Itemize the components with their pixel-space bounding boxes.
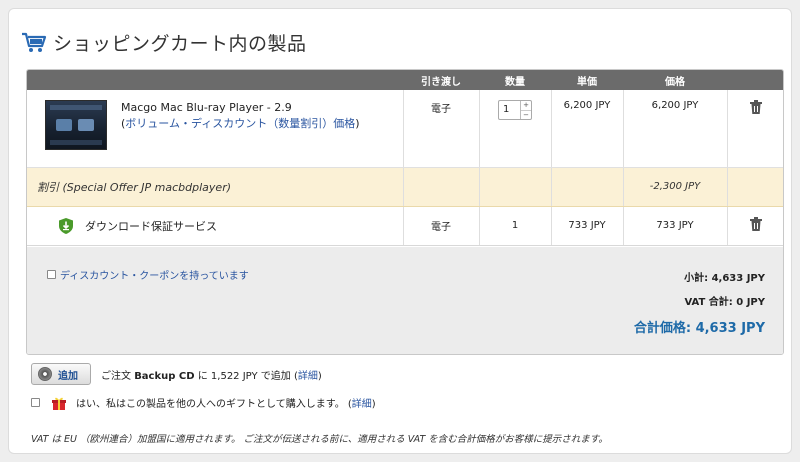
discount-label: 割引 (Special Offer JP macbdplayer) <box>37 180 232 194</box>
addon-row: 追加 ご注文 Backup CD に 1,522 JPY で追加 (詳細) <box>31 363 322 385</box>
shield-download-icon <box>59 217 73 234</box>
gift-row: はい、私はこの製品を他の人へのギフトとして購入します。 (詳細) <box>31 395 376 410</box>
trash-icon[interactable] <box>750 217 763 231</box>
vat-total: VAT 合計: 0 JPY <box>684 297 765 308</box>
vat-note: VAT は EU （欧州連合）加盟国に適用されます。 ご注文が伝送される前に、適… <box>31 434 608 445</box>
product-unit-price: 6,200 JPY <box>551 90 624 168</box>
quantity-value[interactable]: 1 <box>499 101 520 119</box>
cart-table-box: 引き渡し 数量 単価 価格 Macgo Mac Blu-ray Player -… <box>26 69 784 355</box>
product-delivery: 電子 <box>403 90 480 168</box>
gift-checkbox[interactable] <box>31 398 40 407</box>
discount-amount: -2,300 JPY <box>623 167 728 207</box>
service-quantity: 1 <box>479 206 552 246</box>
coupon-toggle[interactable]: ディスカウント・クーポンを持っています <box>47 267 249 282</box>
col-unit-price: 単価 <box>551 70 623 90</box>
table-row-service: ダウンロード保証サービス 電子 1 733 JPY 733 JPY <box>27 206 783 246</box>
service-price: 733 JPY <box>623 206 728 246</box>
product-cell: Macgo Mac Blu-ray Player - 2.9 (ボリューム・ディ… <box>27 100 403 150</box>
col-actions <box>727 70 783 90</box>
cart-icon <box>22 32 47 52</box>
gift-icon <box>52 397 66 410</box>
service-unit-price: 733 JPY <box>551 206 624 246</box>
add-backup-cd-button[interactable]: 追加 <box>31 363 91 385</box>
paren-close: ) <box>355 117 360 130</box>
coupon-checkbox[interactable] <box>47 270 56 279</box>
product-thumbnail <box>45 100 107 150</box>
table-row-discount: 割引 (Special Offer JP macbdplayer) -2,300… <box>27 167 783 207</box>
table-header-row: 引き渡し 数量 単価 価格 <box>27 70 783 90</box>
cart-summary: ディスカウント・クーポンを持っています 小計: 4,633 JPY VAT 合計… <box>27 247 783 354</box>
col-delivery: 引き渡し <box>403 70 479 90</box>
subtotal: 小計: 4,633 JPY <box>684 273 765 284</box>
volume-discount-link[interactable]: ボリューム・ディスカウント（数量割引）価格 <box>125 117 355 130</box>
trash-icon[interactable] <box>750 100 763 114</box>
service-delivery: 電子 <box>403 206 480 246</box>
addon-text: ご注文 Backup CD に 1,522 JPY で追加 (詳細) <box>101 370 322 382</box>
service-name: ダウンロード保証サービス <box>85 219 217 233</box>
gift-details-link[interactable]: 詳細 <box>352 399 372 410</box>
quantity-decrease-button[interactable]: − <box>521 111 531 120</box>
coupon-link[interactable]: ディスカウント・クーポンを持っています <box>60 267 249 282</box>
col-product <box>27 70 403 90</box>
addon-details-link[interactable]: 詳細 <box>298 371 318 382</box>
cart-table: 引き渡し 数量 単価 価格 Macgo Mac Blu-ray Player -… <box>27 70 783 246</box>
product-price: 6,200 JPY <box>623 90 728 168</box>
table-row-product: Macgo Mac Blu-ray Player - 2.9 (ボリューム・ディ… <box>27 90 783 168</box>
cart-header: ショッピングカート内の製品 <box>21 25 307 59</box>
col-quantity: 数量 <box>479 70 551 90</box>
cart-panel: ショッピングカート内の製品 引き渡し 数量 単価 価格 Macgo Mac Bl… <box>8 8 792 454</box>
page-title: ショッピングカート内の製品 <box>53 32 307 55</box>
product-name: Macgo Mac Blu-ray Player - 2.9 <box>121 101 292 114</box>
cd-icon <box>38 367 52 381</box>
quantity-increase-button[interactable]: + <box>521 101 531 111</box>
grand-total: 合計価格: 4,633 JPY <box>633 321 765 336</box>
service-cell: ダウンロード保証サービス <box>27 217 403 234</box>
gift-text: はい、私はこの製品を他の人へのギフトとして購入します。 <box>76 399 345 410</box>
quantity-stepper[interactable]: 1 + − <box>498 100 532 120</box>
col-price: 価格 <box>623 70 727 90</box>
